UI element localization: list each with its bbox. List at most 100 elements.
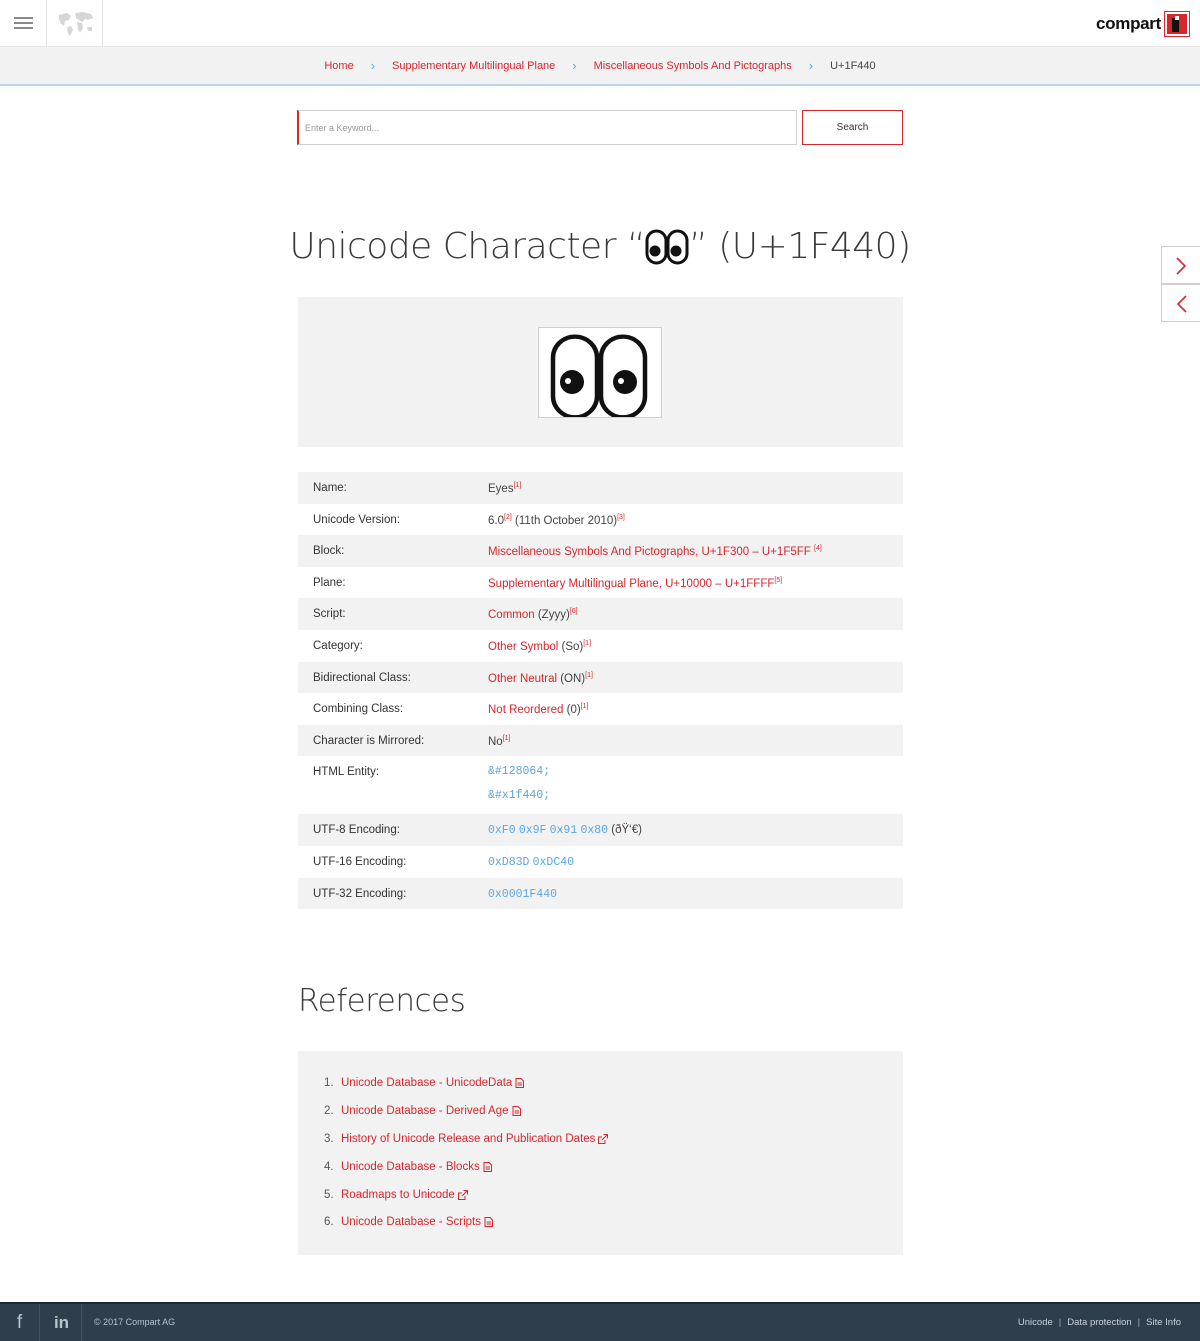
footer-separator: | xyxy=(1058,1317,1062,1328)
property-label: UTF-16 Encoding: xyxy=(313,855,407,868)
property-value: No[1] xyxy=(488,735,511,748)
ref-link[interactable]: [2] xyxy=(504,514,512,521)
linkedin-icon[interactable]: in xyxy=(42,1304,82,1341)
property-label: UTF-8 Encoding: xyxy=(313,824,400,837)
breadcrumb-block[interactable]: Miscellaneous Symbols And Pictographs xyxy=(594,60,792,72)
property-row-script: Script: Common (Zyyy)[6] xyxy=(298,598,903,630)
property-row-utf8: UTF-8 Encoding: 0xF0 0x9F 0x91 0x80 (ðŸ‘… xyxy=(298,814,903,846)
reference-number: 6. xyxy=(324,1216,334,1228)
chevron-right-icon: › xyxy=(808,58,814,73)
page-title: Unicode Character “ ” (U+1F440) xyxy=(0,220,1200,274)
property-value: 0x0001F440 xyxy=(488,888,557,901)
ref-link[interactable]: [1] xyxy=(514,482,522,489)
ref-link[interactable]: [3] xyxy=(617,514,625,521)
breadcrumb-current: U+1F440 xyxy=(830,59,876,72)
bidi-link[interactable]: Other Neutral xyxy=(488,673,557,685)
top-header: compart xyxy=(0,0,1200,47)
character-properties-table: Name: Eyes[1] Unicode Version: 6.0[2] (1… xyxy=(298,472,903,910)
property-label: Bidirectional Class: xyxy=(313,671,411,684)
chevron-right-icon: › xyxy=(572,58,577,73)
combining-link[interactable]: Not Reordered xyxy=(488,704,563,716)
property-value: Other Neutral (ON)[1] xyxy=(488,672,593,685)
footer-separator: | xyxy=(1137,1317,1141,1328)
utf8-byte: 0x80 xyxy=(580,824,609,838)
mirrored-value: No xyxy=(488,735,503,748)
block-range: , U+1F300 – U+1F5FF xyxy=(695,546,811,559)
footer-link-data-protection[interactable]: Data protection xyxy=(1067,1317,1131,1328)
reference-item: 3. History of Unicode Release and Public… xyxy=(324,1133,609,1145)
entity-hex: &#x1f440; xyxy=(488,789,551,803)
property-row-version: Unicode Version: 6.0[2] (11th October 20… xyxy=(298,504,903,536)
block-link[interactable]: Miscellaneous Symbols And Pictographs xyxy=(488,546,695,558)
utf8-byte: 0x91 xyxy=(549,824,578,838)
compart-logo-mark-icon xyxy=(1164,11,1190,37)
external-link-icon xyxy=(598,1134,609,1144)
ref-link[interactable]: [1] xyxy=(581,703,589,710)
breadcrumb-plane[interactable]: Supplementary Multilingual Plane xyxy=(392,60,555,72)
references-list: 1. Unicode Database - UnicodeData 2. Uni… xyxy=(298,1051,903,1255)
ref-link[interactable]: [1] xyxy=(503,735,511,742)
menu-line xyxy=(14,17,33,19)
reference-link[interactable]: Unicode Database - Derived Age xyxy=(341,1105,509,1117)
property-value: Common (Zyyy)[6] xyxy=(488,608,578,621)
utf32-value: 0x0001F440 xyxy=(488,887,558,901)
utf8-byte: 0x9F xyxy=(518,824,547,838)
property-label: Unicode Version: xyxy=(313,513,400,526)
ref-link[interactable]: [1] xyxy=(585,672,593,679)
copyright-text: © 2017 Compart AG xyxy=(94,1317,176,1327)
reference-item: 2. Unicode Database - Derived Age xyxy=(324,1105,521,1117)
property-value: Not Reordered (0)[1] xyxy=(488,703,588,716)
category-link[interactable]: Other Symbol xyxy=(488,641,558,653)
reference-link[interactable]: History of Unicode Release and Publicati… xyxy=(341,1133,595,1145)
menu-line xyxy=(14,27,33,29)
script-link[interactable]: Common xyxy=(488,609,535,621)
reference-item: 5. Roadmaps to Unicode xyxy=(324,1189,468,1201)
chevron-left-icon xyxy=(1176,295,1187,313)
title-prefix: Unicode Character “ xyxy=(289,226,646,267)
compart-logo[interactable]: compart xyxy=(1096,10,1190,38)
reference-link[interactable]: Roadmaps to Unicode xyxy=(341,1189,455,1201)
version-date: (11th October 2010) xyxy=(511,514,618,527)
property-row-combining: Combining Class: Not Reordered (0)[1] xyxy=(298,693,903,725)
ref-link[interactable]: [1] xyxy=(583,640,591,647)
facebook-icon[interactable]: f xyxy=(0,1304,40,1341)
glyph-preview-panel xyxy=(298,297,903,447)
property-label: Block: xyxy=(313,545,345,558)
property-row-bidi: Bidirectional Class: Other Neutral (ON)[… xyxy=(298,661,903,694)
property-label: Plane: xyxy=(313,576,346,589)
reference-link[interactable]: Unicode Database - UnicodeData xyxy=(341,1077,512,1089)
document-icon xyxy=(484,1217,493,1227)
previous-character-button[interactable] xyxy=(1161,284,1200,322)
reference-link[interactable]: Unicode Database - Blocks xyxy=(341,1161,480,1173)
property-row-html-entity: HTML Entity: &#128064; &#x1f440; xyxy=(298,756,903,814)
eyes-glyph-icon xyxy=(645,229,689,265)
footer-link-unicode[interactable]: Unicode xyxy=(1018,1317,1053,1328)
ref-link[interactable]: [6] xyxy=(570,608,578,615)
property-row-plane: Plane: Supplementary Multilingual Plane,… xyxy=(298,567,903,599)
ref-link[interactable]: [4] xyxy=(814,545,822,552)
combining-code: (0) xyxy=(563,704,581,717)
property-row-mirrored: Character is Mirrored: No[1] xyxy=(298,724,903,757)
reference-item: 6. Unicode Database - Scripts xyxy=(324,1216,493,1228)
search-input[interactable] xyxy=(297,110,797,145)
breadcrumb-home[interactable]: Home xyxy=(324,60,353,72)
next-character-button[interactable] xyxy=(1161,246,1200,284)
ref-link[interactable]: [5] xyxy=(774,577,782,584)
entity-decimal: &#128064; xyxy=(488,765,551,779)
reference-number: 1. xyxy=(324,1077,334,1089)
version-value: 6.0 xyxy=(488,514,504,527)
property-label: Name: xyxy=(313,482,347,494)
name-value: Eyes xyxy=(488,483,514,495)
utf8-byte: 0xF0 xyxy=(488,824,516,838)
reference-link[interactable]: Unicode Database - Scripts xyxy=(341,1216,481,1228)
footer-link-site-info[interactable]: Site Info xyxy=(1146,1317,1181,1328)
hamburger-menu-button[interactable] xyxy=(0,0,47,47)
breadcrumb-bar: Home › Supplementary Multilingual Plane … xyxy=(0,47,1200,86)
plane-link[interactable]: Supplementary Multilingual Plane xyxy=(488,578,659,590)
world-map-button[interactable] xyxy=(47,0,103,47)
property-label: Category: xyxy=(313,639,363,652)
property-value: Eyes[1] xyxy=(488,482,521,495)
search-button[interactable]: Search xyxy=(802,110,903,145)
property-value: &#128064; &#x1f440; xyxy=(488,760,550,808)
property-value: 0xF0 0x9F 0x91 0x80 (ðŸ‘€) xyxy=(488,824,642,837)
